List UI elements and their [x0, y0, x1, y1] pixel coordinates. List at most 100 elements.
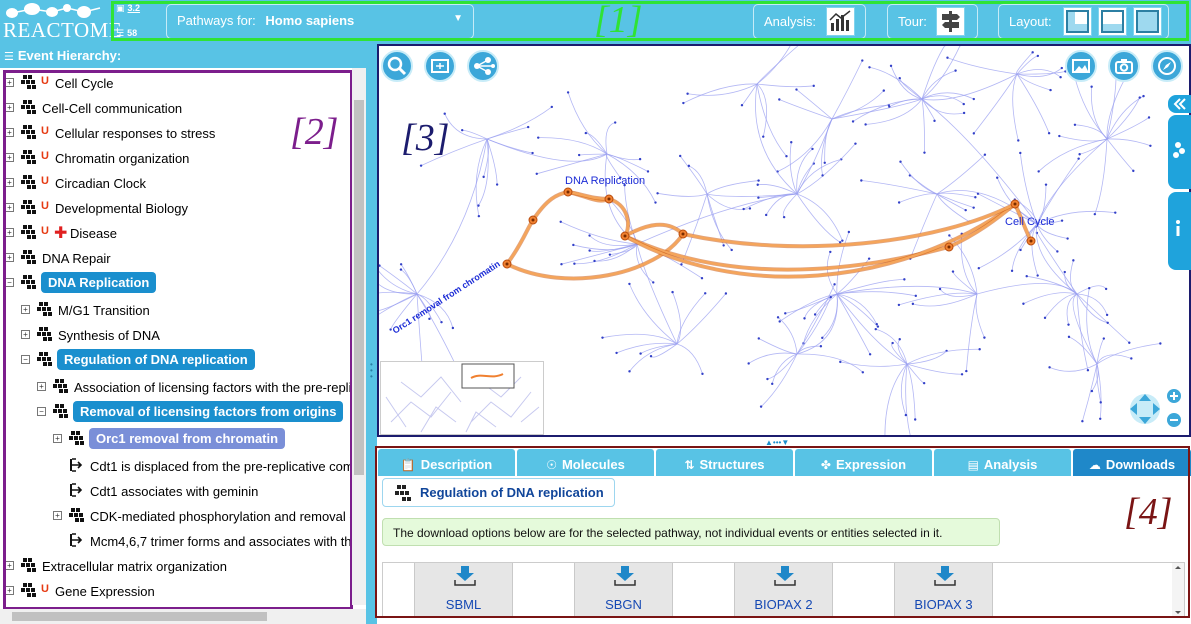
- diagram-node: [913, 418, 917, 421]
- info-tab[interactable]: [1168, 192, 1191, 270]
- panel-splitter[interactable]: • • •: [366, 44, 377, 624]
- tree-item-label[interactable]: M/G1 Transition: [58, 303, 150, 318]
- tree-horizontal-scrollbar[interactable]: [0, 609, 370, 624]
- selected-pathway[interactable]: Regulation of DNA replication: [382, 478, 615, 507]
- expand-icon[interactable]: +: [5, 178, 14, 187]
- scroll-thumb[interactable]: [354, 100, 364, 475]
- diagram-edge: [1076, 285, 1107, 295]
- expand-icon[interactable]: +: [53, 511, 62, 520]
- tab-structures[interactable]: ⇅ Structures: [656, 449, 793, 476]
- tree-item[interactable]: + Synthesis of DNA: [0, 324, 352, 346]
- downloads-scrollbar[interactable]: [1172, 563, 1184, 617]
- expand-icon[interactable]: +: [53, 434, 62, 443]
- expand-icon[interactable]: +: [21, 330, 30, 339]
- diagram-node: [1102, 337, 1106, 340]
- tree-item[interactable]: − DNA Replication: [0, 272, 352, 294]
- download-sbml[interactable]: SBML: [414, 563, 513, 617]
- tree-item-label[interactable]: Developmental Biology: [55, 201, 188, 216]
- tree-item-label[interactable]: Cell Cycle: [55, 76, 114, 91]
- tree-item-label[interactable]: Mcm4,6,7 trimer forms and associates wit…: [90, 534, 352, 549]
- expand-icon[interactable]: +: [21, 305, 30, 314]
- illustration-button[interactable]: [1065, 50, 1097, 82]
- region-1-outline: [111, 1, 1189, 41]
- tree-item-label[interactable]: Cell-Cell communication: [42, 101, 182, 116]
- tree-item-label[interactable]: Chromatin organization: [55, 151, 189, 166]
- collapse-icon[interactable]: −: [21, 355, 30, 364]
- tree-item-label[interactable]: Orc1 removal from chromatin: [89, 428, 286, 449]
- tree-item-label[interactable]: Removal of licensing factors from origin…: [73, 401, 344, 422]
- tree-item[interactable]: + U Cell Cycle: [0, 72, 352, 94]
- expand-icon[interactable]: +: [37, 382, 46, 391]
- tree-item-label[interactable]: DNA Repair: [42, 251, 111, 266]
- tree-item-label[interactable]: Cdt1 associates with geminin: [90, 484, 258, 499]
- reactome-logo[interactable]: REACTOME: [0, 0, 122, 44]
- tree-item[interactable]: + U Developmental Biology: [0, 197, 352, 219]
- details-splitter[interactable]: ▲•••▼: [377, 437, 1191, 447]
- tree-item[interactable]: − Regulation of DNA replication: [0, 349, 352, 371]
- tree-item-label[interactable]: Association of licensing factors with th…: [74, 380, 352, 395]
- download-biopax-2[interactable]: BIOPAX 2: [734, 563, 833, 617]
- collapse-tab[interactable]: [1168, 95, 1191, 113]
- diagram-node: [1099, 401, 1102, 404]
- snapshot-button[interactable]: [1108, 50, 1140, 82]
- tree-item-label[interactable]: Gene Expression: [55, 584, 155, 599]
- tree-item-label[interactable]: Cdt1 is displaced from the pre-replicati…: [90, 459, 352, 474]
- download-notice: The download options below are for the s…: [382, 518, 1000, 546]
- scroll-thumb[interactable]: [12, 612, 267, 621]
- expand-icon[interactable]: +: [5, 586, 14, 595]
- tree-item-label[interactable]: Circadian Clock: [55, 176, 146, 191]
- expand-icon[interactable]: +: [5, 78, 14, 87]
- tab-molecules[interactable]: ☉ Molecules: [517, 449, 654, 476]
- tab-expression[interactable]: ✤ Expression: [795, 449, 932, 476]
- download-biopax-3[interactable]: BIOPAX 3: [894, 563, 993, 617]
- expand-icon[interactable]: +: [5, 103, 14, 112]
- expand-icon[interactable]: +: [5, 203, 14, 212]
- highlighted-edge: [506, 219, 535, 265]
- search-button[interactable]: [381, 50, 413, 82]
- expand-icon[interactable]: +: [5, 153, 14, 162]
- tree-item-label[interactable]: Disease: [70, 226, 117, 241]
- tree-item-label[interactable]: Extracellular matrix organization: [42, 559, 227, 574]
- diagram-node: [1056, 250, 1059, 253]
- tree-item-label[interactable]: DNA Replication: [41, 272, 157, 293]
- tree-item[interactable]: Mcm4,6,7 trimer forms and associates wit…: [0, 530, 352, 552]
- tree-item[interactable]: + Extracellular matrix organization: [0, 555, 352, 577]
- tree-item[interactable]: + U ✚ Disease: [0, 222, 352, 244]
- tree-item-label[interactable]: Synthesis of DNA: [58, 328, 160, 343]
- tree-item[interactable]: Cdt1 is displaced from the pre-replicati…: [0, 455, 352, 477]
- tree-item[interactable]: + DNA Repair: [0, 247, 352, 269]
- tab-downloads[interactable]: ☁ Downloads: [1073, 449, 1191, 476]
- tree-item[interactable]: + Association of licensing factors with t…: [0, 376, 352, 398]
- diagram-edge: [765, 193, 798, 216]
- expand-icon[interactable]: +: [5, 128, 14, 137]
- collapse-icon[interactable]: −: [5, 278, 14, 287]
- tree-item[interactable]: − Removal of licensing factors from origi…: [0, 401, 352, 423]
- expand-icon[interactable]: +: [5, 253, 14, 262]
- tab-analysis[interactable]: ▤ Analysis: [934, 449, 1071, 476]
- tree-item[interactable]: Cdt1 associates with geminin: [0, 480, 352, 502]
- tree-vertical-scrollbar[interactable]: [352, 68, 366, 605]
- download-sbgn[interactable]: SBGN: [574, 563, 673, 617]
- diagram-edge: [1026, 275, 1078, 295]
- expand-icon[interactable]: +: [5, 228, 14, 237]
- collapse-icon[interactable]: −: [37, 407, 46, 416]
- tree-item-label[interactable]: CDK-mediated phosphorylation and removal…: [90, 509, 352, 524]
- diagram-node: [1078, 153, 1081, 156]
- fit-all-button[interactable]: [424, 50, 456, 82]
- tree-item-label[interactable]: Cellular responses to stress: [55, 126, 215, 141]
- tree-item-label[interactable]: Regulation of DNA replication: [57, 349, 255, 370]
- tree-item[interactable]: + M/G1 Transition: [0, 299, 352, 321]
- diagram-node: [776, 316, 780, 319]
- diagram-node: [526, 125, 530, 129]
- tree-item[interactable]: + Orc1 removal from chromatin: [0, 428, 352, 450]
- tree-item[interactable]: + U Circadian Clock: [0, 172, 352, 194]
- tree-item[interactable]: + U Gene Expression: [0, 580, 352, 602]
- diagram-node: [537, 136, 540, 139]
- compass-button[interactable]: [1151, 50, 1183, 82]
- expand-icon[interactable]: +: [5, 561, 14, 570]
- tree-item[interactable]: + CDK-mediated phosphorylation and remova…: [0, 505, 352, 527]
- diagram-thumbnail[interactable]: [380, 361, 544, 435]
- tab-description[interactable]: 📋 Description: [378, 449, 515, 476]
- layout-graph-button[interactable]: [467, 50, 499, 82]
- interactors-tab[interactable]: [1168, 115, 1191, 189]
